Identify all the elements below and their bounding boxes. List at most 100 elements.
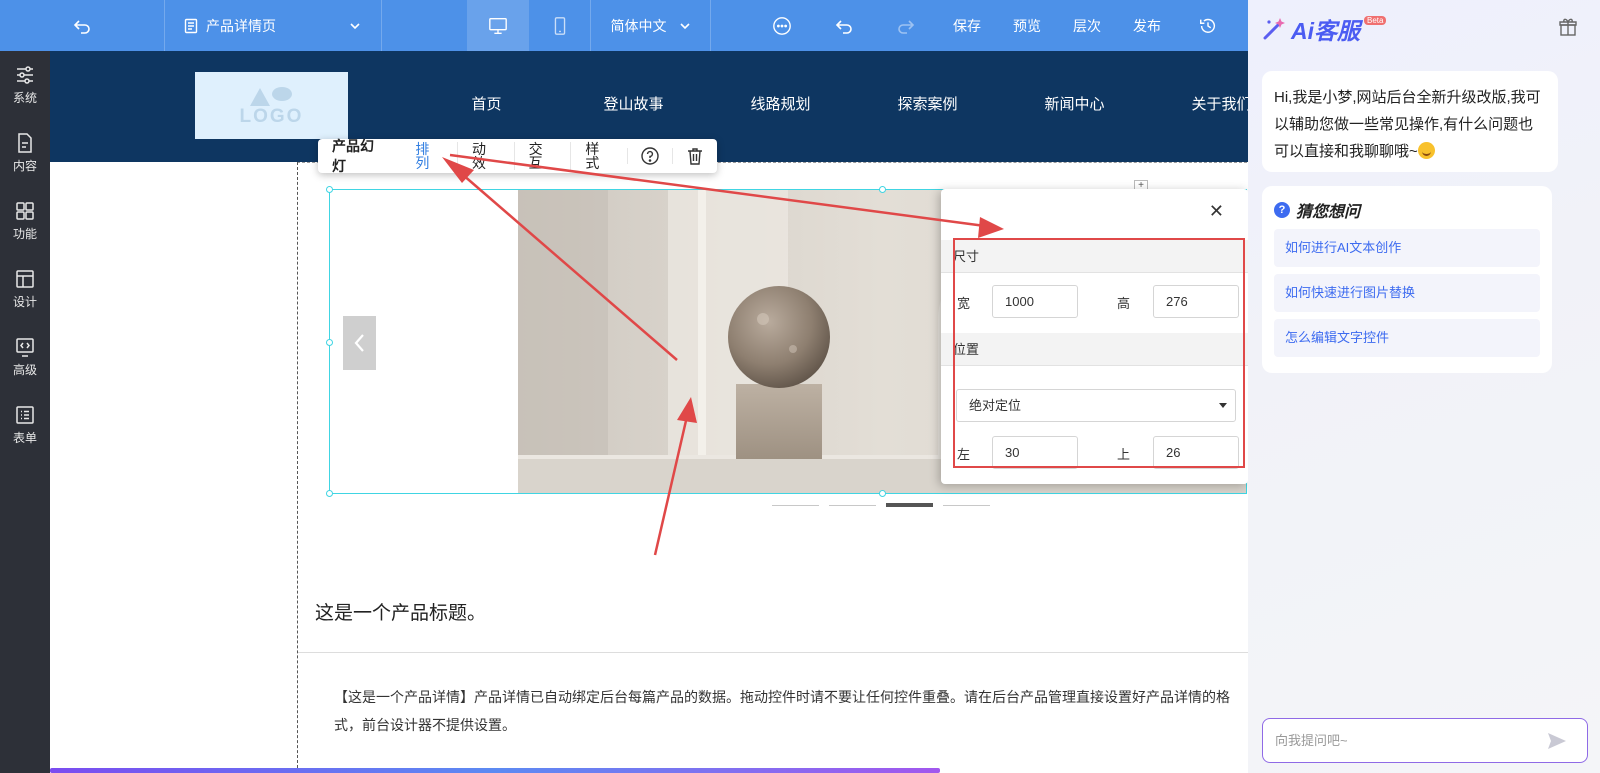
- sidebar-item-function[interactable]: 功能: [0, 187, 50, 255]
- logo-text: LOGO: [239, 105, 304, 127]
- editor-toolbar: 产品详情页 简体中文 保存 预览 层次 发布: [0, 0, 1248, 51]
- redo-icon: [898, 19, 915, 34]
- ai-greeting-bubble: Hi,我是小梦,网站后台全新升级改版,我可以辅助您做一些常见操作,有什么问题也可…: [1262, 71, 1558, 172]
- redo-button[interactable]: [875, 0, 937, 51]
- canvas-left-guide: [297, 162, 298, 773]
- slide-dot[interactable]: [943, 505, 990, 506]
- annotation-highlight-box: [953, 238, 1245, 468]
- back-button[interactable]: [0, 0, 165, 51]
- sliders-icon: [17, 66, 33, 84]
- sidebar-item-content[interactable]: 内容: [0, 119, 50, 187]
- help-button[interactable]: [627, 147, 672, 165]
- resize-handle-nw[interactable]: [326, 186, 333, 193]
- delete-button[interactable]: [672, 148, 717, 165]
- tab-animation[interactable]: 动效: [457, 142, 514, 170]
- product-title[interactable]: 这是一个产品标题。: [315, 598, 486, 625]
- gift-button[interactable]: [1558, 17, 1578, 42]
- layout-icon: [16, 270, 34, 288]
- ai-title: Ai客服: [1291, 18, 1360, 44]
- document-icon: [18, 133, 32, 153]
- language-label: 简体中文: [610, 17, 667, 34]
- mobile-icon: [554, 16, 565, 35]
- more-button[interactable]: [751, 0, 813, 51]
- beta-badge: Beta: [1364, 15, 1387, 25]
- code-icon: [16, 338, 34, 357]
- undo-icon: [835, 19, 852, 34]
- tab-interaction[interactable]: 交互: [513, 142, 571, 170]
- smile-emoji-icon: [1417, 142, 1435, 159]
- mobile-view-button[interactable]: [529, 0, 591, 51]
- undo-button[interactable]: [813, 0, 875, 51]
- suggested-questions: ? 猜您想问 如何进行AI文本创作 如何快速进行图片替换 怎么编辑文字控件: [1262, 186, 1552, 373]
- nav-item-news[interactable]: 新闻中心: [1001, 93, 1148, 114]
- question-icon: ?: [1274, 202, 1290, 218]
- page-name: 产品详情页: [206, 17, 276, 34]
- sidebar-item-label: 系统: [12, 91, 37, 105]
- history-icon: [1200, 18, 1216, 33]
- slide-dot-active[interactable]: [886, 503, 933, 507]
- component-toolbar: 产品幻灯 排列 动效 交互 样式: [318, 138, 717, 174]
- chevron-left-icon: [354, 334, 364, 352]
- guess-title: 猜您想问: [1296, 204, 1361, 221]
- sidebar-item-label: 设计: [12, 295, 37, 309]
- slide-dot[interactable]: [772, 505, 819, 506]
- nav-item-stories[interactable]: 登山故事: [560, 93, 707, 114]
- sidebar-item-design[interactable]: 设计: [0, 255, 50, 323]
- tab-style[interactable]: 样式: [570, 142, 627, 170]
- sidebar-item-label: 内容: [12, 159, 37, 173]
- close-icon[interactable]: ✕: [1209, 201, 1224, 222]
- ai-chat-input[interactable]: 向我提问吧~: [1262, 718, 1588, 763]
- logo-shapes-icon: [249, 86, 292, 106]
- left-sidebar: 系统 内容 功能 设计 高级 表单: [0, 51, 50, 773]
- suggested-question[interactable]: 如何进行AI文本创作: [1274, 229, 1540, 267]
- ai-assistant-panel: Ai客服 Beta Hi,我是小梦,网站后台全新升级改版,我可以辅助您做一些常见…: [1248, 0, 1600, 773]
- send-icon[interactable]: [1547, 732, 1567, 750]
- slide-dot[interactable]: [829, 505, 876, 506]
- help-icon: [641, 147, 659, 165]
- nav-item-cases[interactable]: 探索案例: [854, 93, 1001, 114]
- history-button[interactable]: [1177, 0, 1239, 51]
- language-selector[interactable]: 简体中文: [591, 0, 711, 51]
- resize-handle-sw[interactable]: [326, 490, 333, 497]
- suggested-question[interactable]: 怎么编辑文字控件: [1274, 319, 1540, 357]
- trash-icon: [688, 148, 703, 165]
- gift-icon: [1559, 18, 1577, 36]
- suggested-questions-title: ? 猜您想问: [1274, 198, 1360, 222]
- site-logo[interactable]: LOGO: [195, 72, 348, 139]
- slide-indicators: [772, 503, 990, 507]
- nav-item-home[interactable]: 首页: [413, 93, 560, 114]
- preview-button[interactable]: 预览: [997, 0, 1057, 51]
- slide-prev-button[interactable]: [343, 316, 376, 370]
- back-arrow-icon: [73, 19, 90, 34]
- ai-header: Ai客服 Beta: [1261, 12, 1387, 46]
- sidebar-item-label: 功能: [12, 227, 37, 241]
- tab-arrange[interactable]: 排列: [401, 142, 457, 170]
- magic-wand-icon: [1263, 18, 1285, 40]
- page-icon: [184, 18, 198, 33]
- grid-icon: [16, 202, 34, 220]
- sidebar-item-advanced[interactable]: 高级: [0, 323, 50, 391]
- resize-handle-s[interactable]: [879, 490, 886, 497]
- resize-handle-n[interactable]: [879, 186, 886, 193]
- loading-progress-bar: [50, 768, 940, 773]
- chevron-down-icon: [679, 22, 690, 29]
- nav-item-routes[interactable]: 线路规划: [707, 93, 854, 114]
- ai-greeting-text: Hi,我是小梦,网站后台全新升级改版,我可以辅助您做一些常见操作,有什么问题也可…: [1274, 89, 1541, 160]
- sidebar-item-label: 表单: [12, 431, 37, 445]
- sidebar-item-form[interactable]: 表单: [0, 391, 50, 459]
- chevron-down-icon: [350, 22, 360, 29]
- desktop-icon: [489, 17, 507, 34]
- list-icon: [16, 406, 34, 424]
- sidebar-item-system[interactable]: 系统: [0, 51, 50, 119]
- layers-button[interactable]: 层次: [1057, 0, 1117, 51]
- suggested-question[interactable]: 如何快速进行图片替换: [1274, 274, 1540, 312]
- desktop-view-button[interactable]: [467, 0, 529, 51]
- component-name: 产品幻灯: [332, 138, 374, 174]
- resize-handle-w[interactable]: [326, 339, 333, 346]
- more-icon: [773, 16, 791, 35]
- sidebar-item-label: 高级: [12, 363, 37, 377]
- save-button[interactable]: 保存: [937, 0, 997, 51]
- page-selector[interactable]: 产品详情页: [165, 0, 382, 51]
- publish-button[interactable]: 发布: [1117, 0, 1177, 51]
- product-description[interactable]: 【这是一个产品详情】产品详情已自动绑定后台每篇产品的数据。拖动控件时请不要让任何…: [334, 683, 1248, 741]
